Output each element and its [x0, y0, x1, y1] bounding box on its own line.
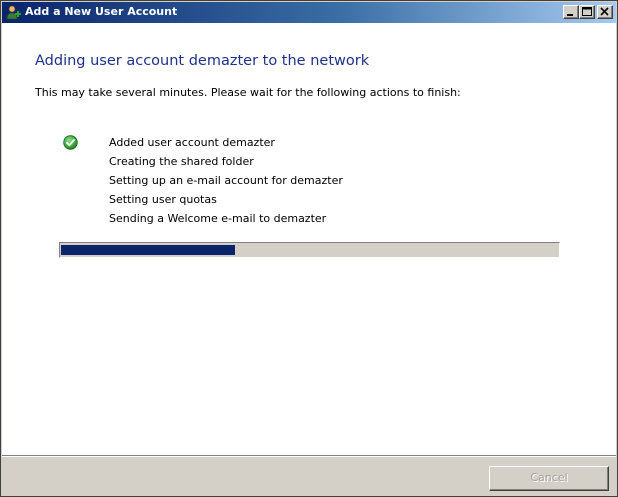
- action-item-shared-folder: Creating the shared folder: [109, 155, 254, 168]
- action-item-user-quotas: Setting user quotas: [109, 193, 217, 206]
- check-circle-icon: [63, 135, 78, 150]
- cancel-button[interactable]: Cancel: [489, 466, 609, 491]
- action-item-added-account: Added user account demazter: [109, 136, 275, 149]
- wizard-content: Adding user account demazter to the netw…: [2, 23, 616, 455]
- action-item-welcome-email: Sending a Welcome e-mail to demazter: [109, 212, 327, 225]
- window-title: Add a New User Account: [25, 5, 178, 18]
- maximize-button[interactable]: [579, 5, 595, 19]
- minimize-button[interactable]: [563, 5, 579, 19]
- instructions-text: This may take several minutes. Please wa…: [35, 86, 461, 99]
- add-user-wizard-window: Add a New User Account Adding user accou…: [0, 0, 618, 497]
- progress-bar-fill: [61, 245, 235, 255]
- progress-bar: [59, 242, 560, 258]
- close-button[interactable]: [597, 5, 613, 19]
- page-heading: Adding user account demazter to the netw…: [35, 53, 370, 69]
- footer-divider: [2, 455, 616, 457]
- action-item-email-account: Setting up an e-mail account for demazte…: [109, 174, 343, 187]
- user-account-icon: [5, 4, 21, 20]
- title-bar[interactable]: Add a New User Account: [2, 2, 616, 23]
